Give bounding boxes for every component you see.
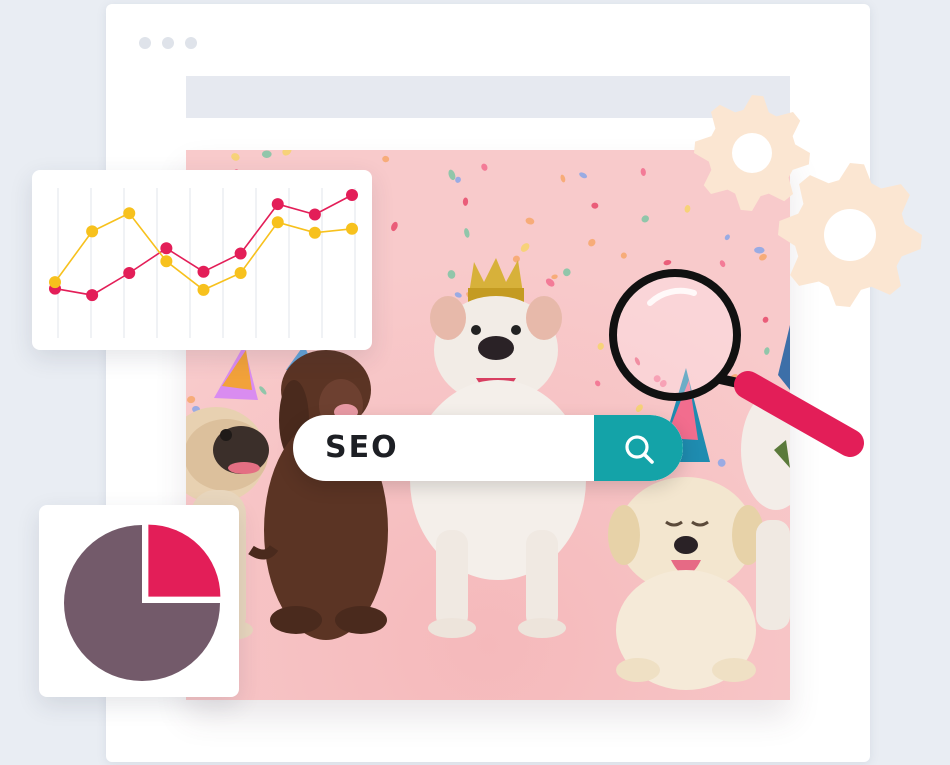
data-point bbox=[86, 225, 99, 238]
line-chart-card bbox=[32, 170, 372, 350]
data-point bbox=[86, 289, 99, 302]
magnifier-icon bbox=[609, 269, 864, 457]
data-point bbox=[160, 242, 173, 255]
data-point bbox=[197, 265, 210, 278]
data-point bbox=[308, 208, 321, 221]
data-point bbox=[346, 222, 358, 235]
search-input[interactable]: SEO bbox=[325, 415, 399, 481]
window-dot bbox=[139, 37, 151, 49]
data-point bbox=[234, 267, 247, 279]
window-dot bbox=[185, 37, 197, 49]
series-line bbox=[54, 194, 353, 296]
data-point bbox=[234, 247, 247, 260]
pie-chart bbox=[64, 524, 221, 681]
data-point bbox=[49, 276, 61, 289]
pie-chart-card bbox=[39, 505, 239, 697]
data-point bbox=[271, 198, 284, 211]
gear-icon bbox=[694, 95, 810, 211]
window-dot bbox=[162, 37, 174, 49]
data-point bbox=[197, 283, 210, 296]
data-point bbox=[123, 207, 136, 220]
data-point bbox=[346, 189, 358, 201]
data-point bbox=[160, 255, 173, 268]
data-point bbox=[271, 216, 284, 229]
series-line bbox=[54, 212, 353, 291]
data-point bbox=[308, 226, 321, 239]
line-chart bbox=[49, 188, 358, 338]
data-point bbox=[123, 267, 136, 279]
pie-slice bbox=[148, 524, 221, 597]
